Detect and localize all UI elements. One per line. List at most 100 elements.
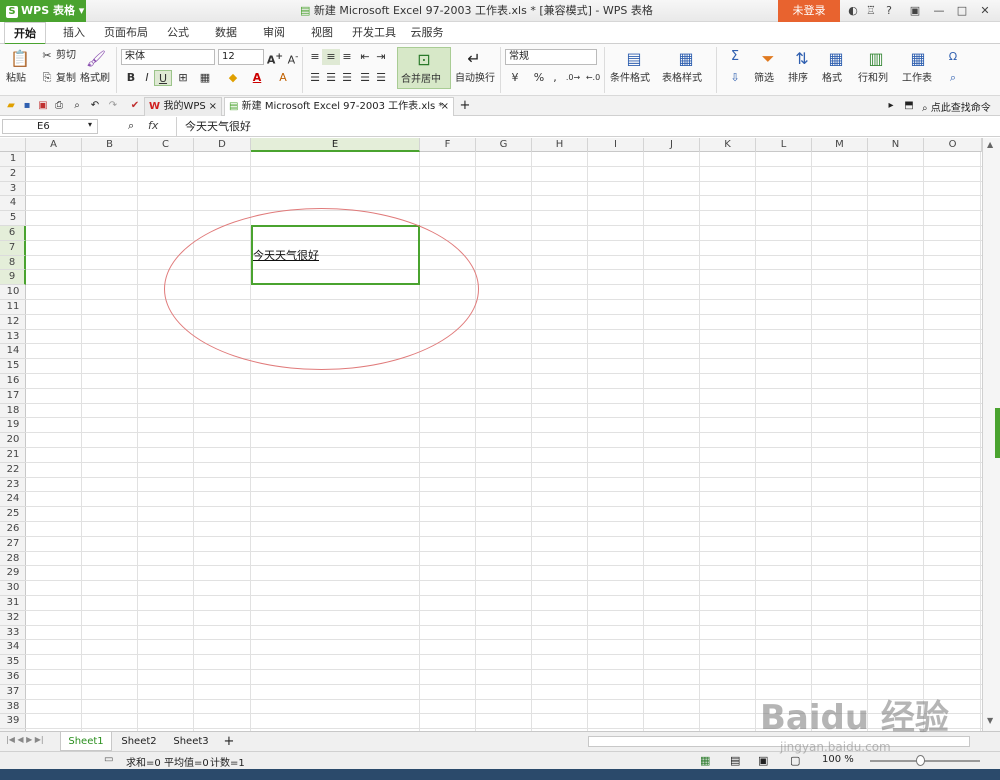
row-header[interactable]: 1	[0, 152, 26, 167]
row-header[interactable]: 19	[0, 418, 26, 434]
minimize-icon[interactable]: —	[932, 3, 946, 19]
thousands-button[interactable]: ,	[546, 70, 564, 86]
find-icon[interactable]: ⌕	[944, 70, 962, 86]
conditional-format-icon[interactable]: ▤	[622, 48, 646, 70]
row-header[interactable]: 29	[0, 566, 26, 582]
export-pdf-icon[interactable]: ▣	[36, 98, 50, 114]
column-header[interactable]: A	[26, 138, 82, 152]
shrink-font-icon[interactable]: A-	[284, 49, 302, 67]
tab-my-wps[interactable]: W 我的WPS ×	[144, 97, 222, 116]
expand-ribbon-icon[interactable]: ⬒	[902, 98, 916, 114]
tab-cloud[interactable]: 云服务	[406, 22, 448, 44]
fx-button[interactable]: fx	[148, 119, 158, 132]
cell-grid[interactable]: 今天天气很好	[26, 152, 982, 731]
zoom-level[interactable]: 100 %	[822, 754, 854, 765]
merge-center-button[interactable]: ⊡ 合并居中	[397, 47, 451, 89]
grow-font-icon[interactable]: A+	[266, 49, 284, 67]
save-icon[interactable]: ▪	[20, 98, 34, 114]
row-header[interactable]: 37	[0, 685, 26, 700]
font-name-select[interactable]: 宋体	[121, 49, 215, 65]
wps-app-menu-button[interactable]: S WPS 表格 ▾	[0, 0, 86, 22]
customize-icon[interactable]: ✔	[128, 98, 142, 114]
column-header-selected[interactable]: E	[251, 138, 420, 152]
underline-button[interactable]: U	[154, 70, 172, 86]
sheet-tab-1[interactable]: Sheet1	[60, 732, 112, 751]
table-style-label[interactable]: 表格样式	[662, 73, 702, 85]
row-header[interactable]: 3	[0, 182, 26, 197]
row-header[interactable]: 11	[0, 300, 26, 315]
row-header[interactable]: 33	[0, 626, 26, 641]
column-header[interactable]: B	[82, 138, 138, 152]
zoom-slider[interactable]	[870, 760, 980, 762]
zoom-slider-thumb[interactable]	[916, 755, 925, 766]
row-header[interactable]: 14	[0, 344, 26, 360]
select-all-corner[interactable]	[0, 138, 26, 152]
scroll-up-icon[interactable]: ▲	[987, 140, 993, 149]
increase-decimal-icon[interactable]: .0→	[564, 70, 582, 86]
filter-label[interactable]: 筛选	[754, 73, 774, 85]
undo-icon[interactable]: ↶	[88, 98, 102, 114]
vertical-scrollbar[interactable]: ▲ ▼	[982, 138, 1000, 731]
sort-label[interactable]: 排序	[788, 73, 808, 85]
column-header[interactable]: M	[812, 138, 868, 152]
number-format-select[interactable]: 常规	[505, 49, 597, 65]
row-header[interactable]: 20	[0, 433, 26, 448]
row-header[interactable]: 25	[0, 507, 26, 522]
sheet-tab-3[interactable]: Sheet3	[166, 732, 216, 751]
conditional-format-label[interactable]: 条件格式	[610, 73, 650, 85]
shirt-icon[interactable]: ♖	[864, 3, 878, 19]
row-header[interactable]: 35	[0, 655, 26, 670]
copy-label[interactable]: 复制	[56, 73, 76, 85]
row-header[interactable]: 21	[0, 448, 26, 463]
row-header[interactable]: 28	[0, 552, 26, 567]
copy-icon[interactable]: ⎘	[38, 70, 56, 86]
command-search[interactable]: ⌕ 点此查找命令	[922, 99, 991, 114]
column-header[interactable]: L	[756, 138, 812, 152]
tab-review[interactable]: 审阅	[256, 22, 292, 44]
cut-label[interactable]: 剪切	[56, 50, 76, 62]
sort-icon[interactable]: ⇅	[790, 48, 814, 70]
row-header[interactable]: 9	[0, 270, 26, 286]
row-header[interactable]: 7	[0, 240, 26, 256]
login-button[interactable]: 未登录	[778, 0, 840, 22]
row-header[interactable]: 13	[0, 330, 26, 345]
row-header[interactable]: 24	[0, 492, 26, 508]
tab-page-layout[interactable]: 页面布局	[102, 22, 150, 44]
row-header[interactable]: 16	[0, 374, 26, 389]
tab-view[interactable]: 视图	[304, 22, 340, 44]
print-icon[interactable]: ⎙	[52, 98, 66, 114]
clear-format-icon[interactable]: A	[274, 70, 292, 86]
table-style-icon[interactable]: ▦	[674, 48, 698, 70]
side-panel-handle[interactable]	[995, 408, 1000, 458]
row-header[interactable]: 18	[0, 404, 26, 419]
share-icon[interactable]: ▸	[884, 98, 898, 114]
sum-button[interactable]: Σ	[726, 49, 744, 65]
symbol-icon[interactable]: Ω	[944, 49, 962, 65]
format-painter-label[interactable]: 格式刷	[80, 73, 110, 85]
normal-view-icon[interactable]: ▦	[700, 754, 710, 767]
row-header[interactable]: 36	[0, 670, 26, 685]
currency-icon[interactable]: ¥	[506, 70, 524, 86]
font-color-icon[interactable]: A	[248, 70, 266, 86]
row-header[interactable]: 2	[0, 167, 26, 182]
tab-insert[interactable]: 插入	[56, 22, 92, 44]
column-header[interactable]: I	[588, 138, 644, 152]
redo-icon[interactable]: ↷	[106, 98, 120, 114]
row-header[interactable]: 39	[0, 714, 26, 730]
worksheet-icon[interactable]: ▦	[906, 48, 930, 70]
name-box[interactable]: E6	[2, 119, 98, 134]
tab-data[interactable]: 数据	[208, 22, 244, 44]
row-header[interactable]: 32	[0, 611, 26, 626]
merge-border-icon[interactable]: ▦	[196, 70, 214, 86]
decrease-decimal-icon[interactable]: ←.0	[584, 70, 602, 86]
print-preview-icon[interactable]: ⌕	[70, 98, 84, 114]
row-header[interactable]: 22	[0, 463, 26, 478]
scroll-down-icon[interactable]: ▼	[987, 716, 993, 725]
rows-cols-icon[interactable]: ▥	[864, 48, 888, 70]
column-header[interactable]: F	[420, 138, 476, 152]
row-header[interactable]: 38	[0, 700, 26, 715]
column-header[interactable]: G	[476, 138, 532, 152]
row-header[interactable]: 15	[0, 359, 26, 374]
page-break-view-icon[interactable]: ▤	[730, 754, 740, 767]
column-header[interactable]: K	[700, 138, 756, 152]
